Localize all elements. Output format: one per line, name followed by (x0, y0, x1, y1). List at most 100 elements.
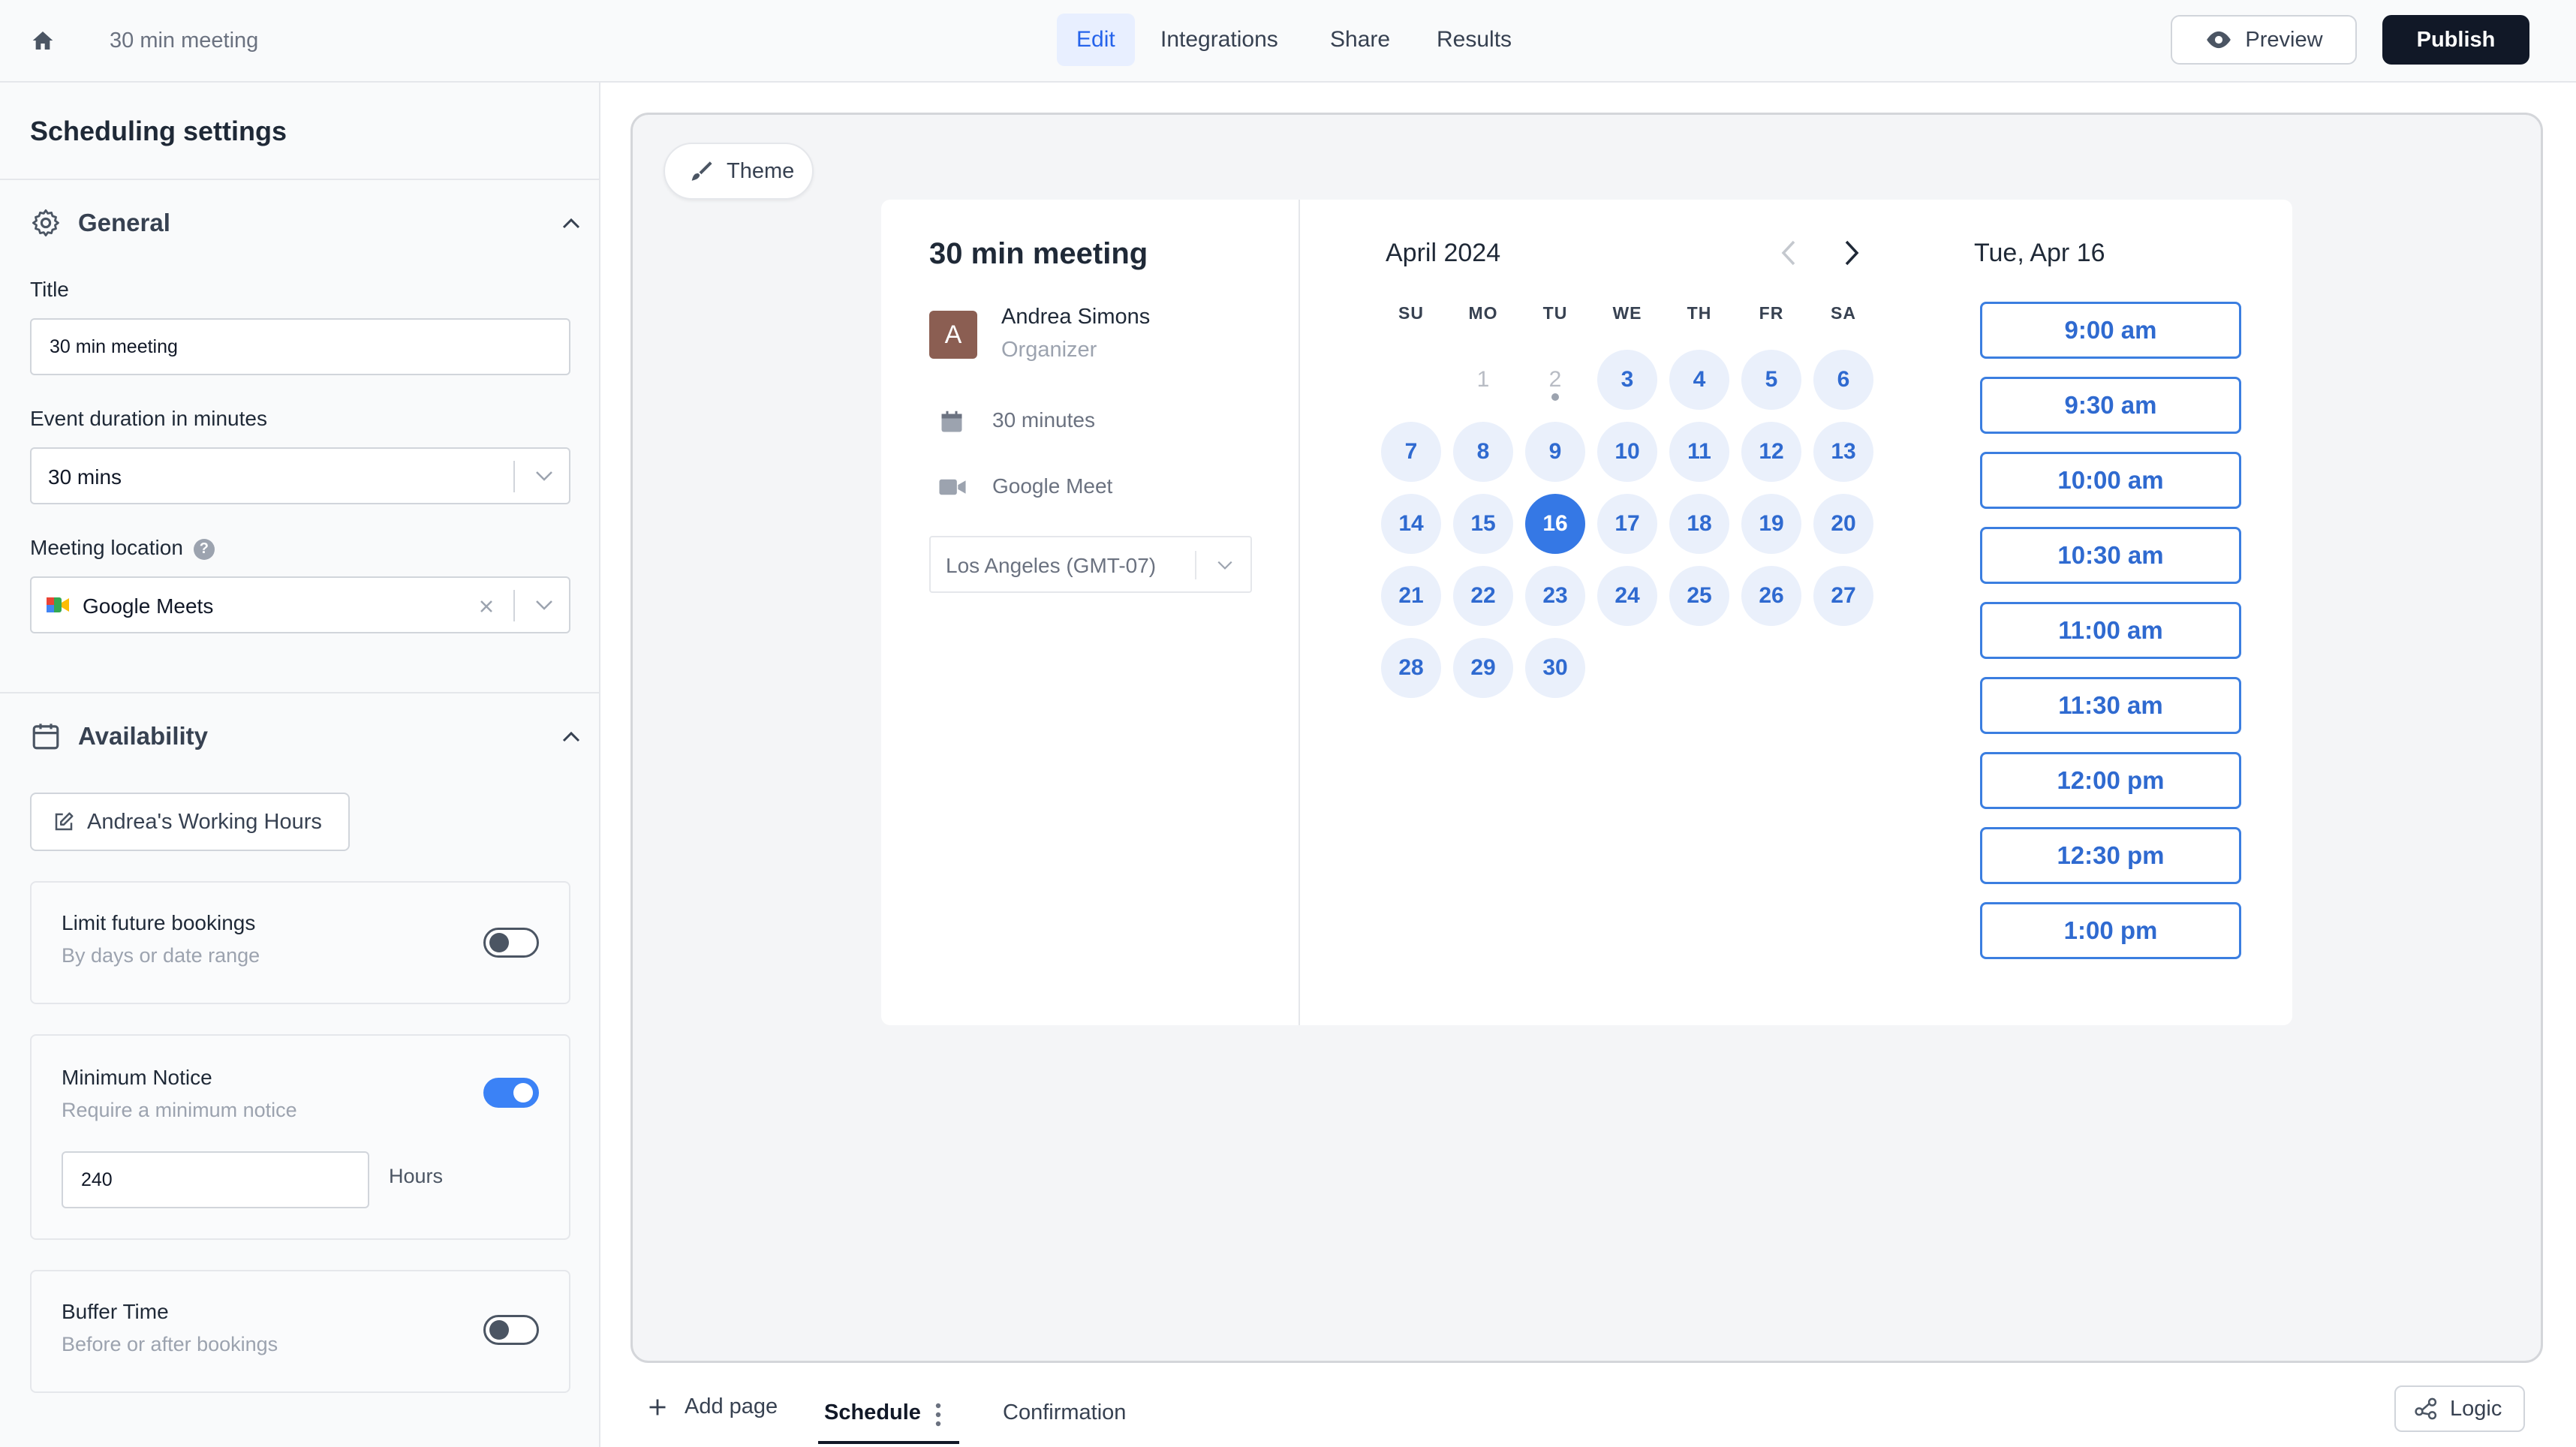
page-tab-confirmation[interactable]: Confirmation (1003, 1400, 1126, 1425)
time-slot-button[interactable]: 10:30 am (1980, 527, 2241, 584)
calendar-day[interactable]: 7 (1381, 422, 1441, 482)
weekday-label: TU (1542, 303, 1568, 323)
chevron-right-icon[interactable] (1842, 239, 1861, 267)
duration-select[interactable]: 30 mins (30, 447, 570, 504)
breadcrumb[interactable]: 30 min meeting (110, 27, 258, 54)
chevron-up-icon[interactable] (561, 731, 581, 743)
tab-edit[interactable]: Edit (1057, 14, 1135, 66)
preview-button[interactable]: Preview (2171, 15, 2357, 65)
time-slot-button[interactable]: 10:00 am (1980, 452, 2241, 509)
duration-label: Event duration in minutes (30, 407, 267, 430)
calendar-day[interactable]: 29 (1453, 638, 1513, 698)
time-slot-button[interactable]: 12:30 pm (1980, 827, 2241, 884)
clear-icon[interactable] (477, 597, 495, 615)
calendar-day[interactable]: 28 (1381, 638, 1441, 698)
page-tab-schedule[interactable]: Schedule (824, 1400, 921, 1425)
location-select[interactable]: Google Meets (30, 576, 570, 633)
working-hours-button[interactable]: Andrea's Working Hours (30, 793, 350, 851)
time-slot-button[interactable]: 9:00 am (1980, 302, 2241, 359)
meeting-platform: Google Meet (992, 474, 1113, 498)
sidebar-title: Scheduling settings (30, 116, 287, 146)
edit-icon (55, 812, 74, 831)
calendar-day[interactable]: 12 (1741, 422, 1801, 482)
minimum-notice-unit: Hours (389, 1165, 444, 1187)
buffer-time-title: Buffer Time (62, 1300, 169, 1323)
publish-button[interactable]: Publish (2382, 15, 2529, 65)
tab-share[interactable]: Share (1311, 14, 1410, 66)
calendar-day[interactable]: 5 (1741, 350, 1801, 410)
chevron-left-icon[interactable] (1779, 239, 1798, 267)
calendar-day[interactable]: 20 (1813, 494, 1873, 554)
limit-future-subtitle: By days or date range (62, 944, 260, 967)
availability-section-header[interactable]: Availability (30, 717, 208, 755)
calendar-day[interactable]: 15 (1453, 494, 1513, 554)
limit-future-card: Limit future bookings By days or date ra… (30, 881, 570, 1004)
toggle-knob (513, 1083, 533, 1103)
calendar-day[interactable]: 24 (1597, 566, 1657, 626)
meeting-title: 30 min meeting (929, 237, 1148, 270)
calendar-day[interactable]: 6 (1813, 350, 1873, 410)
theme-button[interactable]: Theme (664, 143, 814, 200)
minimum-notice-subtitle: Require a minimum notice (62, 1099, 297, 1121)
duration-value: 30 mins (48, 465, 122, 489)
calendar-day[interactable]: 22 (1453, 566, 1513, 626)
logic-label: Logic (2450, 1396, 2502, 1421)
home-icon[interactable] (30, 29, 56, 53)
logic-button[interactable]: Logic (2394, 1385, 2525, 1432)
calendar-day[interactable]: 25 (1669, 566, 1729, 626)
help-icon[interactable]: ? (193, 538, 215, 560)
limit-future-toggle[interactable] (483, 928, 539, 958)
calendar-day[interactable]: 23 (1525, 566, 1585, 626)
calendar-day[interactable]: 27 (1813, 566, 1873, 626)
timezone-select[interactable]: Los Angeles (GMT-07) (929, 536, 1252, 593)
minimum-notice-input[interactable]: 240 (62, 1151, 369, 1208)
eye-icon (2207, 31, 2231, 49)
weekday-label: SU (1398, 303, 1424, 323)
calendar-day[interactable]: 13 (1813, 422, 1873, 482)
add-page-label: Add page (685, 1394, 778, 1418)
title-label: Title (30, 278, 69, 301)
divider (0, 179, 599, 180)
time-slot-button[interactable]: 11:00 am (1980, 602, 2241, 659)
calendar-icon (941, 411, 962, 432)
calendar-day[interactable]: 14 (1381, 494, 1441, 554)
time-slot-button[interactable]: 1:00 pm (1980, 902, 2241, 959)
theme-label: Theme (727, 158, 795, 183)
plus-icon (649, 1399, 666, 1415)
calendar-day-selected[interactable]: 16 (1525, 494, 1585, 554)
buffer-time-toggle[interactable] (483, 1315, 539, 1345)
chevron-down-icon (536, 471, 552, 481)
divider (0, 692, 599, 693)
calendar-day[interactable]: 8 (1453, 422, 1513, 482)
settings-sidebar: Scheduling settings General Title 30 min… (0, 83, 600, 1447)
video-camera-icon (939, 479, 966, 495)
general-section-header[interactable]: General (30, 204, 170, 242)
time-slot-button[interactable]: 11:30 am (1980, 677, 2241, 734)
organizer-name: Andrea Simons (1001, 305, 1151, 329)
minimum-notice-title: Minimum Notice (62, 1066, 212, 1089)
calendar-day[interactable]: 30 (1525, 638, 1585, 698)
minimum-notice-card: Minimum Notice Require a minimum notice … (30, 1034, 570, 1240)
location-label-text: Meeting location (30, 536, 183, 559)
time-slot-button[interactable]: 12:00 pm (1980, 752, 2241, 809)
calendar-day[interactable]: 26 (1741, 566, 1801, 626)
chevron-down-icon (1217, 561, 1232, 570)
title-input[interactable]: 30 min meeting (30, 318, 570, 375)
tab-results[interactable]: Results (1417, 14, 1531, 66)
tab-integrations[interactable]: Integrations (1141, 14, 1298, 66)
chevron-up-icon[interactable] (561, 218, 581, 230)
calendar-day[interactable]: 21 (1381, 566, 1441, 626)
calendar-day[interactable]: 11 (1669, 422, 1729, 482)
kebab-menu-icon[interactable] (935, 1402, 941, 1427)
calendar-day[interactable]: 3 (1597, 350, 1657, 410)
calendar-day[interactable]: 19 (1741, 494, 1801, 554)
calendar-day[interactable]: 10 (1597, 422, 1657, 482)
calendar-day[interactable]: 9 (1525, 422, 1585, 482)
add-page-button[interactable]: Add page (647, 1394, 778, 1419)
calendar-day[interactable]: 4 (1669, 350, 1729, 410)
calendar-day[interactable]: 17 (1597, 494, 1657, 554)
minimum-notice-toggle[interactable] (483, 1078, 539, 1108)
time-slot-button[interactable]: 9:30 am (1980, 377, 2241, 434)
organizer-role: Organizer (1001, 338, 1097, 362)
calendar-day[interactable]: 18 (1669, 494, 1729, 554)
